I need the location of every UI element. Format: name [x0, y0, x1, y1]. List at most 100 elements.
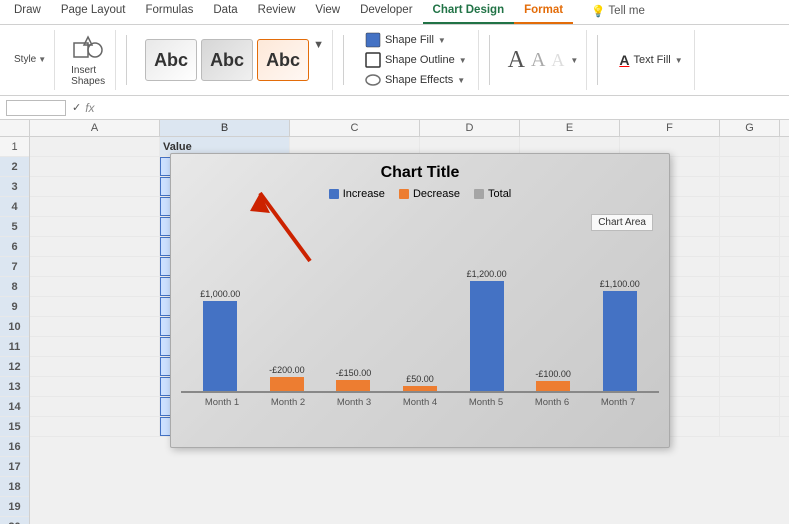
text-fill-arrow[interactable]: ▼: [675, 56, 683, 65]
shape-style-button-1[interactable]: Abc: [145, 39, 197, 81]
text-style-more-arrow[interactable]: ▼: [570, 56, 578, 65]
shape-fill-icon: [365, 32, 381, 48]
tab-chart-design[interactable]: Chart Design: [423, 0, 515, 24]
cell-g4[interactable]: [720, 197, 780, 216]
row-num-16[interactable]: 16: [0, 437, 29, 457]
bar-value-month6: -£100.00: [535, 369, 571, 379]
style-dropdown-arrow[interactable]: ▼: [38, 55, 46, 64]
col-header-f[interactable]: F: [620, 120, 720, 136]
cell-g2[interactable]: [720, 157, 780, 176]
legend-decrease: Decrease: [399, 188, 460, 200]
shape-styles-group: Abc Abc Abc ▼: [137, 30, 333, 90]
insert-shapes-group: InsertShapes: [61, 30, 116, 90]
tab-tell-me[interactable]: 💡 Tell me: [581, 0, 655, 24]
bar-month6: -£100.00: [522, 369, 585, 391]
cell-a2[interactable]: [30, 157, 160, 176]
col-header-e[interactable]: E: [520, 120, 620, 136]
legend-decrease-label: Decrease: [413, 188, 460, 200]
row-num-8[interactable]: 8: [0, 277, 29, 297]
row-num-10[interactable]: 10: [0, 317, 29, 337]
tab-format[interactable]: Format: [514, 0, 573, 24]
cell-g3[interactable]: [720, 177, 780, 196]
row-num-5[interactable]: 5: [0, 217, 29, 237]
bar-orange-month6: [536, 381, 570, 391]
row-numbers: 1 2 3 4 5 6 7 8 9 10 11 12 13 14 15 16 1…: [0, 137, 30, 524]
formula-checkmark[interactable]: ✓: [72, 101, 81, 114]
spreadsheet-area: A B C D E F G 1 2 3 4 5 6 7 8 9 10 11 12…: [0, 120, 789, 524]
bar-month5: £1,200.00: [455, 269, 518, 391]
text-fill-button[interactable]: A Text Fill ▼: [616, 51, 685, 69]
shape-outline-arrow[interactable]: ▼: [459, 56, 467, 65]
row-num-14[interactable]: 14: [0, 397, 29, 417]
row-num-20[interactable]: 20: [0, 517, 29, 524]
shape-fill-arrow[interactable]: ▼: [438, 36, 446, 45]
insert-shapes-label: InsertShapes: [71, 65, 105, 87]
row-num-19[interactable]: 19: [0, 497, 29, 517]
row-num-17[interactable]: 17: [0, 457, 29, 477]
cell-a1[interactable]: [30, 137, 160, 156]
row-num-18[interactable]: 18: [0, 477, 29, 497]
legend-increase-color: [329, 189, 339, 199]
bar-value-month5: £1,200.00: [467, 269, 507, 279]
row-num-4[interactable]: 4: [0, 197, 29, 217]
bar-blue-month5: [470, 281, 504, 391]
cells-area: Value: [30, 137, 789, 524]
x-label-month1: Month 1: [189, 397, 255, 408]
row-num-6[interactable]: 6: [0, 237, 29, 257]
tab-developer[interactable]: Developer: [350, 0, 422, 24]
shape-effects-icon: [365, 72, 381, 88]
rows-area: 1 2 3 4 5 6 7 8 9 10 11 12 13 14 15 16 1…: [0, 137, 789, 524]
name-box[interactable]: [6, 100, 66, 116]
x-label-month7: Month 7: [585, 397, 651, 408]
corner-cell[interactable]: [0, 120, 30, 136]
tab-data[interactable]: Data: [203, 0, 247, 24]
row-num-3[interactable]: 3: [0, 177, 29, 197]
bar-month1: £1,000.00: [189, 289, 252, 391]
bar-month7: £1,100.00: [588, 279, 651, 391]
cell-g1[interactable]: [720, 137, 780, 156]
cell-a4[interactable]: [30, 197, 160, 216]
tab-view[interactable]: View: [305, 0, 350, 24]
tab-draw[interactable]: Draw: [4, 0, 51, 24]
text-style-a-light[interactable]: A: [551, 50, 564, 71]
cell-a3[interactable]: [30, 177, 160, 196]
x-label-month3: Month 3: [321, 397, 387, 408]
shape-style-button-3[interactable]: Abc: [257, 39, 309, 81]
row-num-11[interactable]: 11: [0, 337, 29, 357]
separator-1: [126, 35, 127, 85]
col-header-c[interactable]: C: [290, 120, 420, 136]
col-header-g[interactable]: G: [720, 120, 780, 136]
chart-container[interactable]: Chart Title Increase Decrease Total: [170, 153, 670, 448]
row-num-2[interactable]: 2: [0, 157, 29, 177]
row-num-7[interactable]: 7: [0, 257, 29, 277]
formula-input[interactable]: [101, 101, 783, 115]
row-num-13[interactable]: 13: [0, 377, 29, 397]
tab-formulas[interactable]: Formulas: [135, 0, 203, 24]
more-styles-arrow[interactable]: ▼: [313, 39, 324, 51]
col-header-d[interactable]: D: [420, 120, 520, 136]
tab-page-layout[interactable]: Page Layout: [51, 0, 136, 24]
row-num-12[interactable]: 12: [0, 357, 29, 377]
text-fill-group: A Text Fill ▼: [608, 30, 694, 90]
text-style-a-dark[interactable]: A: [508, 47, 525, 74]
legend-increase: Increase: [329, 188, 385, 200]
shape-effects-arrow[interactable]: ▼: [457, 76, 465, 85]
column-headers: A B C D E F G: [0, 120, 789, 137]
tab-review[interactable]: Review: [248, 0, 306, 24]
shape-effects-button[interactable]: Shape Effects ▼: [362, 71, 468, 89]
row-num-9[interactable]: 9: [0, 297, 29, 317]
x-axis-labels: Month 1 Month 2 Month 3 Month 4 Month 5 …: [181, 393, 659, 408]
bar-value-month4: £50.00: [406, 374, 434, 384]
row-num-15[interactable]: 15: [0, 417, 29, 437]
bar-value-month2: -£200.00: [269, 365, 305, 375]
shape-outline-button[interactable]: Shape Outline ▼: [362, 51, 470, 69]
shape-style-button-2[interactable]: Abc: [201, 39, 253, 81]
col-header-a[interactable]: A: [30, 120, 160, 136]
text-style-a-medium[interactable]: A: [531, 49, 545, 72]
insert-shapes-button[interactable]: InsertShapes: [69, 31, 107, 89]
row-num-1[interactable]: 1: [0, 137, 29, 157]
col-header-b[interactable]: B: [160, 120, 290, 136]
text-fill-a-icon: A: [619, 52, 629, 68]
legend-total-color: [474, 189, 484, 199]
shape-fill-button[interactable]: Shape Fill ▼: [362, 31, 449, 49]
